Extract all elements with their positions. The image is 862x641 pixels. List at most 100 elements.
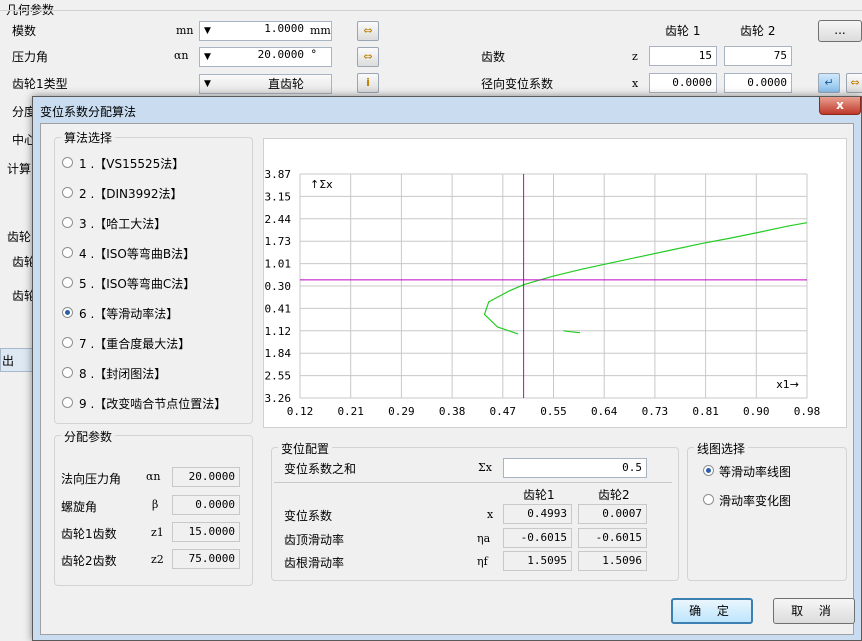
pressure-angle-label: 压力角 <box>12 50 49 64</box>
chevron-down-icon: ▼ <box>204 26 211 36</box>
params-group-title: 分配参数 <box>61 428 116 445</box>
gear2-tip-slip-value: -0.6015 <box>578 528 647 548</box>
dialog-title: 变位系数分配算法 <box>40 105 137 119</box>
swap-icon[interactable]: ⇔ <box>846 73 862 93</box>
series-line <box>483 222 808 335</box>
algo-option-label[interactable]: 3 .【哈工大法】 <box>79 215 166 232</box>
x-tick-label: 0.73 <box>642 405 669 418</box>
gear2-root-slip-value: 1.5096 <box>578 551 647 571</box>
pressure-angle-symbol: αn <box>174 49 189 62</box>
config-group-title: 变位配置 <box>278 440 333 457</box>
close-button[interactable]: x <box>819 97 861 115</box>
swap-icon[interactable]: ⇔ <box>357 21 379 41</box>
algo-option-label[interactable]: 6 .【等滑动率法】 <box>79 305 178 322</box>
chart-option-label[interactable]: 等滑动率线图 <box>719 463 791 480</box>
chart-option-radio[interactable] <box>703 465 714 476</box>
gear2-header: 齿轮 2 <box>740 24 776 38</box>
param-label: 法向压力角 <box>61 472 122 486</box>
algo-option-label[interactable]: 5 .【ISO等弯曲C法】 <box>79 275 195 292</box>
algo-option-radio[interactable] <box>62 307 73 318</box>
partial-label: 出 <box>2 354 15 368</box>
config-symbol: ηa <box>477 532 491 545</box>
algo-option-label[interactable]: 2 .【DIN3992法】 <box>79 185 183 202</box>
gear1-header: 齿轮 1 <box>665 24 701 38</box>
param-symbol: β <box>152 498 159 511</box>
partial-label: 齿轮 <box>7 230 32 244</box>
gear1-teeth-field[interactable]: 15 <box>649 46 717 66</box>
param-value: 75.0000 <box>172 549 240 569</box>
x-tick-label: 0.47 <box>490 405 517 418</box>
x-axis-label: x1→ <box>776 378 799 391</box>
y-tick-label: -1.12 <box>264 325 291 338</box>
algo-option-label[interactable]: 7 .【重合度最大法】 <box>79 335 190 352</box>
algo-option-radio[interactable] <box>62 367 73 378</box>
chart[interactable]: 0.12 0.21 0.29 0.38 0.47 0.55 0.64 0.73 0.81 0.90… <box>264 139 846 427</box>
algo-option-label[interactable]: 9 .【改变啮合节点位置法】 <box>79 395 226 412</box>
algo-option-radio[interactable] <box>62 187 73 198</box>
param-label: 螺旋角 <box>61 500 98 514</box>
x-tick-label: 0.90 <box>743 405 770 418</box>
dialog-body: 算法选择 1 .【VS15525法】 2 .【DIN3992法】 3 .【哈工大法】… <box>40 123 855 635</box>
y-tick-label: 1.73 <box>265 235 292 248</box>
col-header-gear2: 齿轮2 <box>598 488 630 502</box>
col-header-gear1: 齿轮1 <box>523 488 555 502</box>
algo-option-radio[interactable] <box>62 217 73 228</box>
config-label: 齿顶滑动率 <box>284 533 345 547</box>
chart-panel: 0.12 0.21 0.29 0.38 0.47 0.55 0.64 0.73 0.81 0.90… <box>263 138 847 428</box>
return-icon[interactable]: ↵ <box>818 73 840 93</box>
pressure-angle-unit: ° <box>311 48 317 61</box>
close-icon: x <box>836 98 844 112</box>
x-tick-label: 0.38 <box>439 405 466 418</box>
chevron-down-icon: ▼ <box>204 52 211 62</box>
chart-option-radio[interactable] <box>703 494 714 505</box>
y-tick-label: 0.30 <box>265 280 292 293</box>
algo-option-radio[interactable] <box>62 397 73 408</box>
chart-select-group-title: 线图选择 <box>694 440 749 457</box>
algo-option-radio[interactable] <box>62 157 73 168</box>
y-tick-label: 1.01 <box>265 258 292 271</box>
algo-option-label[interactable]: 1 .【VS15525法】 <box>79 155 184 172</box>
y-tick-label: -2.55 <box>264 370 291 383</box>
x-tick-label: 0.81 <box>692 405 719 418</box>
module-value[interactable]: 1.0000 <box>222 22 304 35</box>
x-tick-label: 0.55 <box>540 405 567 418</box>
y-axis-label: ↑Σx <box>310 178 333 191</box>
sum-input[interactable]: 0.5 <box>503 458 647 478</box>
config-symbol: x <box>487 508 494 521</box>
more-button[interactable]: ... <box>818 20 862 42</box>
y-tick-label: 2.44 <box>265 213 292 226</box>
pressure-angle-value[interactable]: 20.0000 <box>222 48 304 61</box>
chart-option-label[interactable]: 滑动率变化图 <box>719 492 791 509</box>
y-tick-label: -0.41 <box>264 302 291 315</box>
algo-option-label[interactable]: 4 .【ISO等弯曲B法】 <box>79 245 195 262</box>
swap-icon[interactable]: ⇔ <box>357 47 379 67</box>
y-tick-label: 3.87 <box>265 168 292 181</box>
gear1-shift-field[interactable]: 0.0000 <box>649 73 717 93</box>
algo-option-radio[interactable] <box>62 337 73 348</box>
x-tick-label: 0.29 <box>388 405 415 418</box>
param-label: 齿轮1齿数 <box>61 527 117 541</box>
teeth-label: 齿数 <box>481 50 506 64</box>
param-value: 15.0000 <box>172 522 240 542</box>
info-icon[interactable]: i <box>357 73 379 93</box>
partial-label: 计算 <box>7 162 32 176</box>
section-divider <box>0 10 862 11</box>
algo-option-radio[interactable] <box>62 277 73 288</box>
y-tick-label: 3.15 <box>265 190 292 203</box>
gear1-tip-slip-value: -0.6015 <box>503 528 572 548</box>
gear2-shift-field[interactable]: 0.0000 <box>724 73 792 93</box>
param-symbol: z1 <box>151 526 164 539</box>
x-tick-label: 0.21 <box>337 405 364 418</box>
module-label: 模数 <box>12 24 37 38</box>
cancel-button[interactable]: 取 消 <box>773 598 855 624</box>
param-value: 20.0000 <box>172 467 240 487</box>
algo-option-label[interactable]: 8 .【封闭图法】 <box>79 365 166 382</box>
ok-button[interactable]: 确 定 <box>671 598 753 624</box>
gear2-teeth-field[interactable]: 75 <box>724 46 792 66</box>
dialog-window: 变位系数分配算法 x 算法选择 1 .【VS15525法】 2 .【DIN3992… <box>32 96 862 641</box>
chevron-down-icon: ▼ <box>204 79 211 89</box>
shift-symbol: x <box>632 77 639 90</box>
algo-option-radio[interactable] <box>62 247 73 258</box>
y-tick-label: -1.84 <box>264 347 291 360</box>
config-label: 齿根滑动率 <box>284 556 345 570</box>
